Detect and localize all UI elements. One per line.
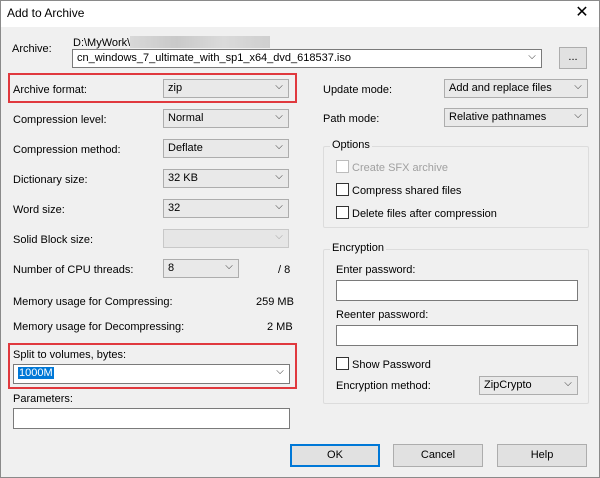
encryption-group: Encryption Enter password: Reenter passw…: [323, 242, 589, 404]
solid-block-size-label: Solid Block size:: [13, 234, 94, 246]
update-mode-combo[interactable]: Add and replace files ⌵: [444, 79, 588, 98]
solid-block-size-combo: ⌵: [163, 229, 289, 248]
mem-decompress-value: 2 MB: [267, 321, 293, 333]
archive-label: Archive:: [12, 43, 52, 55]
encryption-method-value: ZipCrypto: [484, 379, 532, 391]
dictionary-size-value: 32 KB: [168, 172, 198, 184]
archive-filename: cn_windows_7_ultimate_with_sp1_x64_dvd_6…: [77, 52, 351, 64]
chevron-down-icon: ⌵: [275, 231, 283, 242]
create-sfx-label: Create SFX archive: [352, 162, 448, 174]
checkbox-box[interactable]: [336, 206, 349, 219]
chevron-down-icon[interactable]: ⌵: [526, 51, 538, 66]
word-size-label: Word size:: [13, 204, 65, 216]
help-button[interactable]: Help: [497, 444, 587, 467]
word-size-combo[interactable]: 32 ⌵: [163, 199, 289, 218]
mem-compress-value: 259 MB: [256, 296, 294, 308]
enter-password-input[interactable]: [336, 280, 578, 301]
path-mode-value: Relative pathnames: [449, 111, 547, 123]
browse-button[interactable]: ...: [559, 47, 587, 69]
reenter-password-label: Reenter password:: [336, 309, 429, 321]
compression-level-value: Normal: [168, 112, 204, 124]
add-to-archive-dialog: Add to Archive ✕ Archive: D:\MyWork\ cn_…: [0, 0, 600, 478]
chevron-down-icon[interactable]: ⌵: [273, 111, 285, 126]
title-bar: Add to Archive ✕: [1, 1, 599, 27]
compression-method-label: Compression method:: [13, 144, 121, 156]
ok-button[interactable]: OK: [290, 444, 380, 467]
compression-level-label: Compression level:: [13, 114, 107, 126]
checkbox-box: [336, 160, 349, 173]
encryption-title: Encryption: [330, 242, 386, 254]
chevron-down-icon[interactable]: ⌵: [273, 141, 285, 156]
encryption-method-combo[interactable]: ZipCrypto ⌵: [479, 376, 578, 395]
word-size-value: 32: [168, 202, 181, 214]
delete-after-checkbox[interactable]: Delete files after compression: [336, 206, 497, 220]
create-sfx-checkbox: Create SFX archive: [336, 160, 448, 174]
checkbox-box[interactable]: [336, 357, 349, 370]
archive-path: D:\MyWork\: [73, 36, 271, 49]
compress-shared-label: Compress shared files: [352, 185, 462, 197]
dictionary-size-combo[interactable]: 32 KB ⌵: [163, 169, 289, 188]
chevron-down-icon[interactable]: ⌵: [273, 171, 285, 186]
enter-password-label: Enter password:: [336, 264, 416, 276]
compress-shared-checkbox[interactable]: Compress shared files: [336, 183, 461, 197]
compression-level-combo[interactable]: Normal ⌵: [163, 109, 289, 128]
dictionary-size-label: Dictionary size:: [13, 174, 88, 186]
parameters-label: Parameters:: [13, 393, 73, 405]
highlight-split-volumes: [8, 343, 297, 389]
mem-compress-label: Memory usage for Compressing:: [13, 296, 173, 308]
show-password-checkbox[interactable]: Show Password: [336, 357, 431, 371]
cpu-threads-value: 8: [168, 262, 175, 274]
chevron-down-icon[interactable]: ⌵: [572, 110, 584, 125]
path-mode-combo[interactable]: Relative pathnames ⌵: [444, 108, 588, 127]
delete-after-label: Delete files after compression: [352, 208, 497, 220]
close-icon[interactable]: ✕: [565, 1, 599, 27]
options-group: Options Create SFX archive Compress shar…: [323, 139, 589, 228]
update-mode-value: Add and replace files: [449, 82, 552, 94]
chevron-down-icon[interactable]: ⌵: [223, 261, 235, 276]
window-title: Add to Archive: [7, 6, 85, 20]
show-password-label: Show Password: [352, 359, 431, 371]
highlight-archive-format: [8, 73, 297, 103]
compression-method-combo[interactable]: Deflate ⌵: [163, 139, 289, 158]
encryption-method-label: Encryption method:: [336, 380, 431, 392]
path-mode-label: Path mode:: [323, 113, 380, 125]
cpu-threads-max: / 8: [278, 264, 291, 276]
mem-decompress-label: Memory usage for Decompressing:: [13, 321, 185, 333]
update-mode-label: Update mode:: [323, 84, 393, 96]
cancel-button[interactable]: Cancel: [393, 444, 483, 467]
chevron-down-icon[interactable]: ⌵: [572, 81, 584, 96]
chevron-down-icon[interactable]: ⌵: [562, 378, 574, 393]
compression-method-value: Deflate: [168, 142, 203, 154]
parameters-input[interactable]: [13, 408, 290, 429]
archive-filename-combo[interactable]: cn_windows_7_ultimate_with_sp1_x64_dvd_6…: [72, 49, 542, 68]
options-title: Options: [330, 139, 372, 151]
cpu-threads-combo[interactable]: 8 ⌵: [163, 259, 239, 278]
cpu-threads-label: Number of CPU threads:: [13, 264, 134, 276]
chevron-down-icon[interactable]: ⌵: [273, 201, 285, 216]
checkbox-box[interactable]: [336, 183, 349, 196]
reenter-password-input[interactable]: [336, 325, 578, 346]
redacted-path: [130, 36, 271, 48]
